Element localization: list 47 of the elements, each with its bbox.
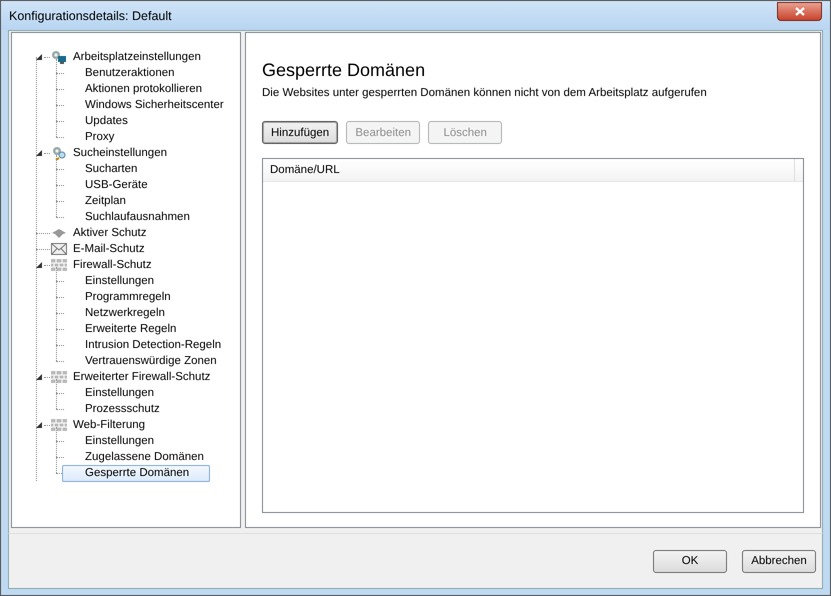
page-description: Die Websites unter gesperrten Domänen können nicht von dem Arbeitsplatz aufgerufen: [262, 87, 708, 99]
brick-wall-icon: [51, 259, 67, 271]
tree-item[interactable]: Erweiterte Regeln: [62, 320, 198, 338]
tree-item[interactable]: Einstellungen: [62, 272, 176, 290]
close-button[interactable]: [777, 2, 822, 20]
collapse-arrow-icon[interactable]: [36, 374, 42, 380]
tree-item[interactable]: Proxy: [62, 128, 136, 146]
tree-item[interactable]: Updates: [62, 112, 149, 130]
tree-item[interactable]: Firewall-Schutz: [71, 258, 154, 272]
tree-item[interactable]: Einstellungen: [62, 432, 176, 450]
tree-item[interactable]: Arbeitsplatzeinstellungen: [71, 50, 203, 64]
tree-item[interactable]: Benutzeraktionen: [62, 64, 196, 82]
action-button[interactable]: Hinzufügen: [262, 121, 338, 144]
collapse-arrow-icon[interactable]: [36, 150, 42, 156]
tree-item[interactable]: Netzwerkregeln: [62, 304, 186, 322]
tree-item[interactable]: Windows Sicherheitscenter: [62, 96, 245, 114]
tree-item[interactable]: Zeitplan: [62, 192, 147, 210]
tree-item[interactable]: Einstellungen: [62, 384, 176, 402]
collapse-arrow-icon[interactable]: [36, 262, 42, 268]
close-icon: [794, 6, 804, 16]
tree-item[interactable]: USB-Geräte: [62, 176, 169, 194]
wing-icon: [51, 226, 67, 240]
tree-item[interactable]: Sucheinstellungen: [71, 146, 169, 160]
tree-item[interactable]: Intrusion Detection-Regeln: [62, 336, 242, 354]
tree-item[interactable]: Prozessschutz: [62, 400, 181, 418]
dialog-button[interactable]: Abbrechen: [742, 550, 816, 572]
tree-item[interactable]: Erweiterter Firewall-Schutz: [71, 370, 212, 384]
computer-gear-icon: [51, 50, 67, 64]
page-title: Gesperrte Domänen: [262, 60, 426, 81]
tree-item[interactable]: Aktiver Schutz: [71, 226, 148, 240]
collapse-arrow-icon[interactable]: [36, 54, 42, 60]
gear-magnifier-icon: [51, 146, 67, 160]
tree-item[interactable]: Sucharten: [62, 160, 158, 178]
tree-item[interactable]: Aktionen protokollieren: [62, 80, 223, 98]
tree-item[interactable]: Suchlaufausnahmen: [62, 208, 211, 226]
tree-item[interactable]: Vertrauenswürdige Zonen: [62, 352, 238, 370]
window-title: Konfigurationsdetails: Default: [9, 8, 172, 22]
brick-wall-icon: [51, 419, 67, 431]
tree-item[interactable]: Web-Filterung: [71, 418, 148, 432]
tree-item[interactable]: Programmregeln: [62, 288, 192, 306]
dialog-button[interactable]: OK: [653, 550, 727, 572]
tree-item[interactable]: Zugelassene Domänen: [62, 448, 225, 466]
envelope-icon: [51, 243, 67, 255]
tree-item[interactable]: Gesperrte Domänen: [62, 464, 210, 482]
collapse-arrow-icon[interactable]: [36, 422, 42, 428]
tree-item[interactable]: E-Mail-Schutz: [71, 242, 147, 256]
brick-wall-icon: [51, 371, 67, 383]
